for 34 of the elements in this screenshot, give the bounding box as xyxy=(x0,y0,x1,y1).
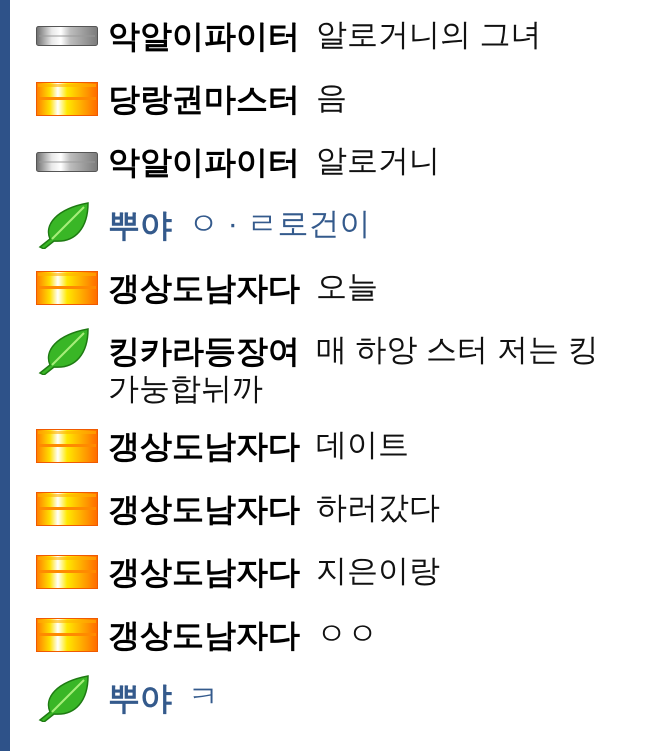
chat-message: 음 xyxy=(316,79,347,118)
user-name: 당랑권마스터 xyxy=(108,80,300,118)
user-name: 뿌야 xyxy=(108,678,172,718)
rank-bar-icon xyxy=(36,152,98,172)
chat-message: ㅇㅇ xyxy=(316,615,378,654)
user-name: 악알이파이터 xyxy=(108,142,300,182)
chat-message: ㅋ xyxy=(188,678,219,716)
rank-badge-icon xyxy=(36,554,98,588)
leaf-icon xyxy=(36,200,92,248)
chat-message: 오늘 xyxy=(316,268,378,306)
chat-message: ㅇ · ㄹ로건이 xyxy=(188,205,371,244)
chat-message: 매 하앙 스터 저는 킹 xyxy=(316,331,598,370)
user-name: 갱상도남자다 xyxy=(108,426,300,466)
user-name: 갱상도남자다 xyxy=(108,552,300,592)
chat-message: 가눙합뉘까 xyxy=(108,370,263,408)
leaf-icon xyxy=(36,326,92,374)
rank-badge-icon xyxy=(36,618,98,652)
chat-message: 알로거니의 그녀 xyxy=(316,16,542,54)
user-name: 갱상도남자다 xyxy=(108,268,300,308)
rank-badge-icon xyxy=(36,82,98,116)
user-name: 갱상도남자다 xyxy=(108,616,300,654)
rank-badge-icon xyxy=(36,270,98,304)
user-name: 뿌야 xyxy=(108,206,172,244)
rank-bar-icon xyxy=(36,26,98,46)
chat-message: 하러갔다 xyxy=(316,489,440,528)
user-name: 갱상도남자다 xyxy=(108,490,300,528)
chat-message: 데이트 xyxy=(316,426,409,464)
chat-message: 알로거니 xyxy=(316,142,440,180)
user-name: 킹카라등장여 xyxy=(108,332,300,370)
leaf-icon xyxy=(36,674,92,722)
rank-badge-icon xyxy=(36,428,98,462)
chat-message: 지은이랑 xyxy=(316,552,440,590)
rank-badge-icon xyxy=(36,492,98,526)
user-name: 악알이파이터 xyxy=(108,16,300,56)
